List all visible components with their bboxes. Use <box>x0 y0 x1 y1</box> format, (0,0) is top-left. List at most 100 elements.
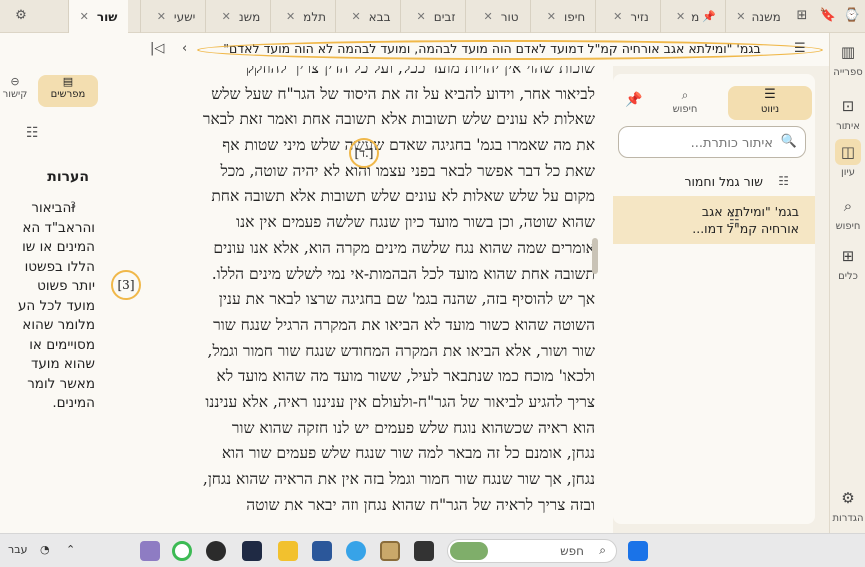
taskbar-search[interactable]: חפש ⌕ <box>447 539 617 563</box>
tab-10[interactable]: ✕ משנה <box>725 0 785 33</box>
pin-icon[interactable]: 📌 <box>625 92 642 108</box>
toc-item[interactable]: ☷ שור גמל וחמור <box>613 170 815 194</box>
otzaria-icon[interactable] <box>380 541 400 561</box>
close-icon[interactable]: ✕ <box>351 10 360 23</box>
note-line: יותר פשוט <box>37 278 95 294</box>
toc-search-box: 🔍 <box>618 126 806 158</box>
page-marker[interactable]: [ד.] <box>349 138 379 168</box>
menu-icon: ☰ <box>764 87 776 102</box>
history-icon[interactable]: ⌚ <box>843 7 861 25</box>
search-highlight-image <box>450 542 488 560</box>
app-icon-1[interactable] <box>140 541 160 561</box>
tab-4[interactable]: ✕ בבא <box>335 0 400 33</box>
book-open-icon: ◫ <box>835 139 861 165</box>
tab-navigation[interactable]: ☰ ניווט <box>728 86 812 120</box>
tab-8[interactable]: ✕ נזיר <box>595 0 660 33</box>
main-text-panel: שוכות שהוי אין יהויות מועד ככל, ועל כל ה… <box>101 66 613 533</box>
tab-links[interactable]: ⊖ קישור <box>0 75 30 107</box>
scrollbar[interactable] <box>592 238 598 274</box>
gear-icon: ⚙ <box>841 489 855 507</box>
tab-0[interactable]: ✕ שור <box>68 0 128 33</box>
tab-5[interactable]: ✕ זבים <box>400 0 465 33</box>
gear-icon[interactable]: ⚙ <box>12 7 30 25</box>
tab-1[interactable]: ✕ ישעי <box>140 0 205 33</box>
rail-library[interactable]: ▥ ספרייה <box>830 39 865 78</box>
close-icon[interactable]: ✕ <box>736 10 745 23</box>
search-icon: ⌕ <box>681 88 689 102</box>
close-icon[interactable]: ✕ <box>417 10 426 23</box>
toc-panel: ☰ ניווט ⌕ חיפוש 📌 🔍 ☷ שור גמל וחמור ☷ בג… <box>613 66 815 533</box>
prev-icon[interactable]: ‹ <box>182 41 187 56</box>
note-line: שהוא מועד <box>30 356 95 372</box>
text-line: תשובה אחת שהוא מועד לכל הבהמות-אי נמי לש… <box>211 264 595 283</box>
tab-search[interactable]: ⌕ חיפוש <box>649 86 721 120</box>
menu-icon[interactable]: ☰ <box>794 41 806 56</box>
text-line: נגחן, אך שור שנגח שור חמור וגמל בזה אין … <box>202 470 595 488</box>
notes-title: הערות <box>47 169 89 185</box>
notes-body: והביאור והראב"ד הא המינים או שו הללו בפש… <box>0 199 95 414</box>
pin-icon[interactable]: 📌 <box>702 10 716 23</box>
text-line: מקום על שלש שאלות לא עונים שלש תשובות אל… <box>211 187 595 206</box>
close-icon[interactable]: ✕ <box>613 10 622 23</box>
toc-search-input[interactable] <box>625 133 773 153</box>
chrome-icon[interactable] <box>172 541 192 561</box>
text-line: שהוא שוטה, וכן בשור מועד כיון שנגח שלשה … <box>236 213 595 232</box>
note-line: מועד לכל הע <box>17 297 95 314</box>
rail-study[interactable]: ◫ עיון <box>830 139 865 178</box>
rail-settings[interactable]: ⚙ הגדרות <box>830 485 865 524</box>
rail-search[interactable]: ⌕ חיפוש <box>830 193 865 232</box>
bookmark-icon[interactable]: 🔖 <box>819 7 837 25</box>
close-icon[interactable]: ✕ <box>222 10 231 23</box>
rail-tools[interactable]: ⊞ כלים <box>830 243 865 282</box>
text-line: הוא ראיה שכשהוא נוגח שלש פעמים יש לנו חז… <box>231 418 595 437</box>
tab-commentators[interactable]: ▤ מפרשים <box>38 75 98 107</box>
search-icon: 🔍 <box>780 134 797 149</box>
file-explorer-icon[interactable] <box>278 541 298 561</box>
list-icon: ☷ <box>778 174 789 188</box>
media-player-icon[interactable] <box>206 541 226 561</box>
tab-7[interactable]: ✕ חיפו <box>530 0 595 33</box>
text-line: שוכות שהוי אין יהויות מועד ככל, ועל כל ה… <box>245 66 595 77</box>
app-icon-4[interactable] <box>242 541 262 561</box>
text-line: השוטה שהוא כשור מועד לא הביאו את המקרה ה… <box>213 315 595 334</box>
edge-icon[interactable] <box>346 541 366 561</box>
close-icon[interactable]: ✕ <box>286 10 295 23</box>
text-line: אומרים שמה שהוא נגח שלשה מינים מקרה הוא,… <box>213 238 595 257</box>
footnote-marker[interactable]: [3] <box>111 270 141 300</box>
language-indicator[interactable]: עבר <box>8 543 27 556</box>
chevron-up-icon[interactable]: ⌃ <box>66 543 75 556</box>
start-icon[interactable] <box>628 541 648 561</box>
text-line: ובזה צריך לראיה של הגר"ח שהוא נגחן וזה י… <box>246 495 595 514</box>
app-rail: ▥ ספרייה ⊡ איתור ◫ עיון ⌕ חיפוש ⊞ כלים ⚙… <box>829 33 865 533</box>
book-icon: ▤ <box>62 75 74 88</box>
wifi-icon[interactable]: ◔ <box>40 543 50 556</box>
first-page-icon[interactable]: |◁ <box>150 41 164 56</box>
tab-9[interactable]: ✕ מ 📌 <box>660 0 725 33</box>
word-icon[interactable] <box>312 541 332 561</box>
note-line: מסויימים או <box>29 336 95 353</box>
tab-2[interactable]: ✕ משנ <box>205 0 270 33</box>
new-tab-icon[interactable]: ⊞ <box>793 7 811 25</box>
close-icon[interactable]: ✕ <box>547 10 556 23</box>
close-icon[interactable]: ✕ <box>80 10 89 23</box>
link-icon: ⊖ <box>10 75 20 88</box>
close-icon[interactable]: ✕ <box>676 10 685 23</box>
library-icon: ▥ <box>840 43 856 61</box>
rail-find[interactable]: ⊡ איתור <box>830 93 865 132</box>
tab-6[interactable]: ✕ טור <box>465 0 530 33</box>
close-icon[interactable]: ✕ <box>157 10 166 23</box>
breadcrumb-highlight <box>197 40 823 60</box>
main-text: שוכות שהוי אין יהויות מועד ככל, ועל כל ה… <box>115 66 595 518</box>
search-icon: ⌕ <box>599 543 606 557</box>
search-icon: ⌕ <box>843 197 853 215</box>
tab-3[interactable]: ✕ תלמ <box>270 0 335 33</box>
find-icon: ⊡ <box>841 97 855 115</box>
terminal-icon[interactable] <box>414 541 434 561</box>
close-icon[interactable]: ✕ <box>483 10 492 23</box>
toc-container: ☰ ניווט ⌕ חיפוש 📌 🔍 ☷ שור גמל וחמור ☷ בג… <box>613 74 815 524</box>
list-icon[interactable]: ☷ <box>26 125 39 141</box>
note-line: המינים או שו <box>22 239 95 255</box>
note-line: מאשר לומר <box>27 375 95 392</box>
tools-icon: ⊞ <box>841 247 855 265</box>
toc-item-selected[interactable]: ☷ בגמ' "ומילתא אגב אורחיה קמ"ל דמו... <box>613 196 815 244</box>
